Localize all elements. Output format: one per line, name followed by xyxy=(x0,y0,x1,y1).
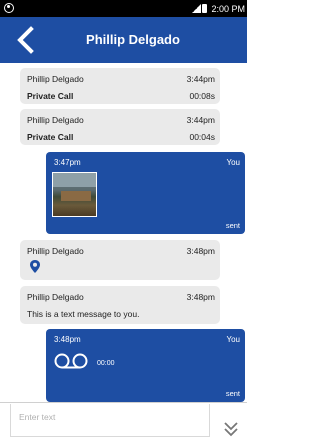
no-signal-icon: × xyxy=(196,6,201,13)
incoming-call-message[interactable]: Phillip Delgado 3:44pm Private Call 00:0… xyxy=(20,68,220,104)
sender-label: You xyxy=(226,335,241,344)
message-time: 3:44pm xyxy=(186,115,215,125)
message-time: 3:48pm xyxy=(186,246,215,256)
call-duration: 00:08s xyxy=(189,91,215,101)
delivery-status: sent xyxy=(225,389,240,398)
app-bar: Phillip Delgado xyxy=(0,17,247,63)
sender-name: Phillip Delgado xyxy=(27,74,84,84)
composer-field xyxy=(10,404,210,437)
call-type-label: Private Call xyxy=(27,91,74,101)
sender-name: Phillip Delgado xyxy=(27,246,84,256)
voicemail-icon[interactable] xyxy=(54,352,88,370)
page-title: Phillip Delgado xyxy=(86,32,180,47)
voicemail-duration: 00:00 xyxy=(97,360,115,367)
incoming-location-message[interactable]: Phillip Delgado 3:48pm xyxy=(20,240,220,280)
location-pin-icon[interactable] xyxy=(29,259,41,274)
message-list[interactable]: Phillip Delgado 3:44pm Private Call 00:0… xyxy=(0,63,247,402)
sender-name: Phillip Delgado xyxy=(27,115,84,125)
sender-label: You xyxy=(226,158,241,167)
chevron-double-down-icon[interactable] xyxy=(223,421,239,437)
message-input[interactable] xyxy=(19,410,199,424)
call-type-label: Private Call xyxy=(27,132,74,142)
sync-icon xyxy=(4,3,14,13)
status-indicators: × 2:00 PM xyxy=(191,3,245,14)
message-time: 3:48pm xyxy=(54,335,81,344)
sender-name: Phillip Delgado xyxy=(27,292,84,302)
battery-icon xyxy=(202,4,208,13)
outgoing-image-message[interactable]: 3:47pm You sent xyxy=(46,152,245,234)
outgoing-voicemail-message[interactable]: 3:48pm You 00:00 sent xyxy=(46,329,245,402)
composer-bar xyxy=(0,402,247,438)
incoming-text-message[interactable]: Phillip Delgado 3:48pm This is a text me… xyxy=(20,286,220,324)
message-time: 3:47pm xyxy=(54,158,81,167)
message-time: 3:44pm xyxy=(186,74,215,84)
back-arrow-icon[interactable] xyxy=(12,25,42,55)
message-text: This is a text message to you. xyxy=(27,309,140,319)
incoming-call-message[interactable]: Phillip Delgado 3:44pm Private Call 00:0… xyxy=(20,109,220,145)
status-bar: × 2:00 PM xyxy=(0,0,247,17)
status-clock: 2:00 PM xyxy=(211,3,245,14)
call-duration: 00:04s xyxy=(189,132,215,142)
message-time: 3:48pm xyxy=(186,292,215,302)
image-thumbnail[interactable] xyxy=(52,172,97,217)
delivery-status: sent xyxy=(225,221,240,230)
